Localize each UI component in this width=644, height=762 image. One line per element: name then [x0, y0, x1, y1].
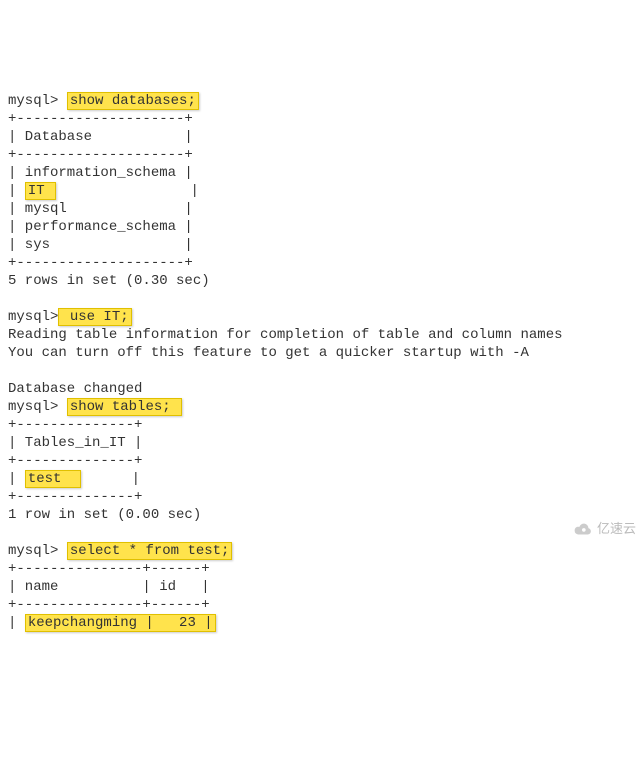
db-row-information-schema: | information_schema |: [8, 165, 193, 181]
highlight-show-databases: show databases;: [67, 92, 199, 110]
tbl-border-top: +--------------+: [8, 417, 142, 433]
db-row-it-post: |: [56, 183, 199, 199]
cloud-icon: [571, 521, 593, 537]
tbl-row-pre: |: [8, 471, 25, 487]
terminal-output: mysql> show databases; +----------------…: [0, 72, 644, 636]
tbl-border-bot: +--------------+: [8, 489, 142, 505]
db-row-performance-schema: | performance_schema |: [8, 219, 193, 235]
prompt: mysql>: [8, 93, 58, 109]
db-header: | Database |: [8, 129, 193, 145]
db-row-mysql: | mysql |: [8, 201, 193, 217]
tbl-row-post: |: [81, 471, 140, 487]
prompt: mysql>: [8, 309, 58, 325]
db-row-sys: | sys |: [8, 237, 193, 253]
highlight-select: select * from test;: [67, 542, 233, 560]
highlight-it: IT: [25, 182, 56, 200]
reading-line-1: Reading table information for completion…: [8, 327, 563, 343]
tbl-header: | Tables_in_IT |: [8, 435, 142, 451]
db-summary: 5 rows in set (0.30 sec): [8, 273, 210, 289]
prompt: mysql>: [8, 543, 58, 559]
reading-line-2: You can turn off this feature to get a q…: [8, 345, 529, 361]
db-row-it-pre: |: [8, 183, 25, 199]
tbl-border-mid: +--------------+: [8, 453, 142, 469]
tbl-summary: 1 row in set (0.00 sec): [8, 507, 201, 523]
prompt: mysql>: [8, 399, 58, 415]
highlight-show-tables: show tables;: [67, 398, 182, 416]
sel-row-pre: |: [8, 615, 25, 631]
sel-border-mid: +---------------+------+: [8, 597, 210, 613]
db-border-mid: +--------------------+: [8, 147, 193, 163]
watermark-text: 亿速云: [597, 520, 636, 538]
highlight-result-row: keepchangming | 23 |: [25, 614, 216, 632]
highlight-test: test: [25, 470, 81, 488]
sel-border-top: +---------------+------+: [8, 561, 210, 577]
db-border-bot: +--------------------+: [8, 255, 193, 271]
highlight-use-it: use IT;: [58, 308, 131, 326]
database-changed: Database changed: [8, 381, 142, 397]
watermark: 亿速云: [571, 520, 636, 538]
sel-header: | name | id |: [8, 579, 210, 595]
db-border-top: +--------------------+: [8, 111, 193, 127]
